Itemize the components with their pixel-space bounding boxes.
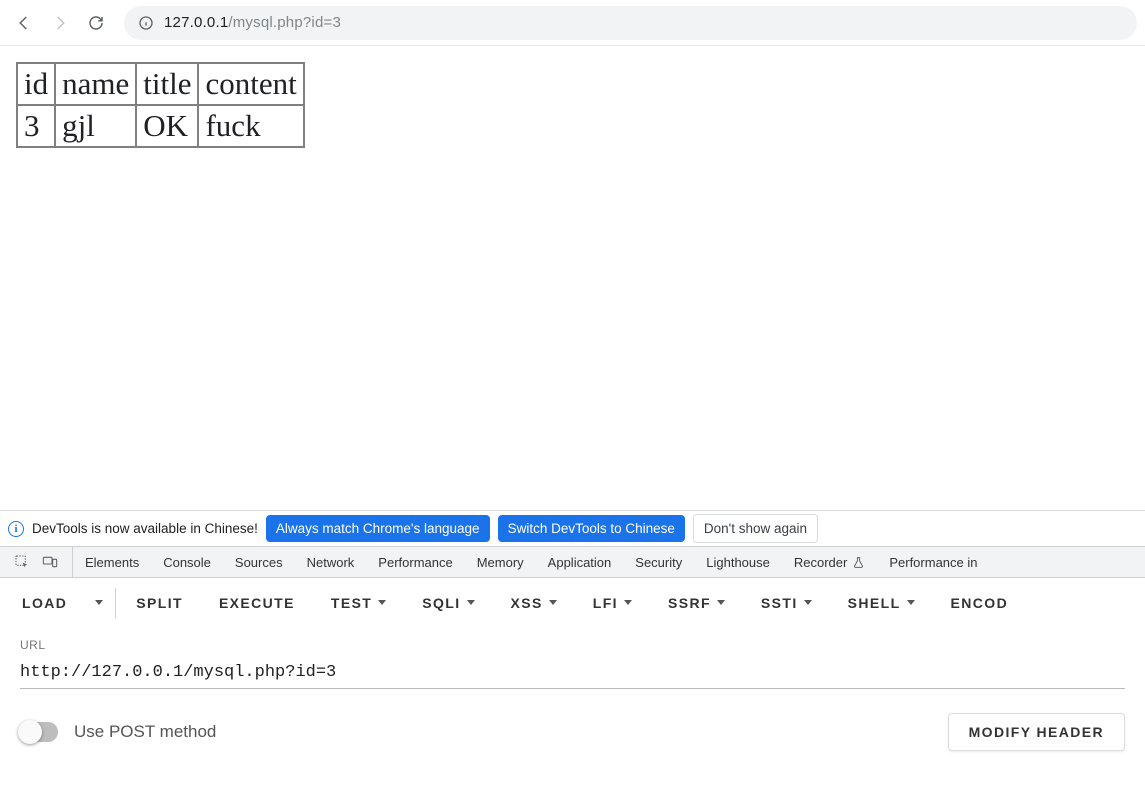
execute-button[interactable]: EXECUTE xyxy=(201,578,313,627)
tab-performance[interactable]: Performance xyxy=(366,547,464,577)
modify-header-button[interactable]: MODIFY HEADER xyxy=(948,713,1125,751)
chevron-down-icon xyxy=(907,600,915,605)
test-dropdown[interactable]: TEST xyxy=(313,578,404,627)
chevron-down-icon xyxy=(378,600,386,605)
forward-button[interactable] xyxy=(44,7,76,39)
separator xyxy=(115,588,116,618)
reload-icon xyxy=(87,14,105,32)
page-content: id name title content 3 gjl OK fuck xyxy=(0,46,1145,510)
td-title: OK xyxy=(136,105,198,147)
sqli-dropdown[interactable]: SQLI xyxy=(404,578,492,627)
xss-dropdown[interactable]: XSS xyxy=(493,578,575,627)
th-title: title xyxy=(136,63,198,105)
devtools-left-icons xyxy=(0,547,73,577)
arrow-left-icon xyxy=(15,14,33,32)
tab-sources[interactable]: Sources xyxy=(223,547,295,577)
chevron-down-icon xyxy=(95,600,103,605)
hackbar-toolbar: LOAD SPLIT EXECUTE TEST SQLI XSS LFI SSR… xyxy=(0,578,1145,628)
devtools-language-infobar: i DevTools is now available in Chinese! … xyxy=(0,510,1145,546)
lfi-dropdown[interactable]: LFI xyxy=(575,578,650,627)
inspect-element-icon[interactable] xyxy=(14,554,30,570)
load-dropdown[interactable] xyxy=(85,578,113,627)
tab-memory[interactable]: Memory xyxy=(465,547,536,577)
table-header-row: id name title content xyxy=(17,63,304,105)
th-id: id xyxy=(17,63,55,105)
reload-button[interactable] xyxy=(80,7,112,39)
address-bar[interactable]: 127.0.0.1/mysql.php?id=3 xyxy=(124,6,1137,40)
encoding-dropdown[interactable]: ENCOD xyxy=(933,578,1027,627)
td-name: gjl xyxy=(55,105,136,147)
chevron-down-icon xyxy=(549,600,557,605)
chevron-down-icon xyxy=(717,600,725,605)
url-label: URL xyxy=(20,638,1125,652)
table-row: 3 gjl OK fuck xyxy=(17,105,304,147)
tab-lighthouse[interactable]: Lighthouse xyxy=(694,547,782,577)
always-match-language-button[interactable]: Always match Chrome's language xyxy=(266,515,490,542)
tab-console[interactable]: Console xyxy=(151,547,223,577)
chevron-down-icon xyxy=(624,600,632,605)
hackbar-bottom-row: Use POST method MODIFY HEADER xyxy=(0,695,1145,751)
ssti-dropdown[interactable]: SSTI xyxy=(743,578,830,627)
tab-performance-insights[interactable]: Performance in xyxy=(877,547,989,577)
chevron-down-icon xyxy=(804,600,812,605)
tab-recorder[interactable]: Recorder xyxy=(782,547,877,577)
devtools-tabstrip: Elements Console Sources Network Perform… xyxy=(0,546,1145,578)
switch-devtools-language-button[interactable]: Switch DevTools to Chinese xyxy=(498,515,685,542)
tab-elements[interactable]: Elements xyxy=(73,547,151,577)
use-post-toggle[interactable] xyxy=(20,722,58,742)
beaker-icon xyxy=(852,556,865,569)
dont-show-again-button[interactable]: Don't show again xyxy=(693,514,818,543)
shell-dropdown[interactable]: SHELL xyxy=(830,578,933,627)
ssrf-dropdown[interactable]: SSRF xyxy=(650,578,743,627)
chevron-down-icon xyxy=(467,600,475,605)
omnibox-url-path: /mysql.php?id=3 xyxy=(228,14,341,31)
omnibox-url-host: 127.0.0.1 xyxy=(164,14,228,31)
th-name: name xyxy=(55,63,136,105)
hackbar-url-area: URL xyxy=(0,628,1145,695)
arrow-right-icon xyxy=(51,14,69,32)
infobar-message: DevTools is now available in Chinese! xyxy=(32,521,258,536)
info-icon: i xyxy=(8,521,24,537)
back-button[interactable] xyxy=(8,7,40,39)
info-site-icon xyxy=(138,15,154,31)
th-content: content xyxy=(198,63,303,105)
load-button[interactable]: LOAD xyxy=(4,578,85,627)
result-table: id name title content 3 gjl OK fuck xyxy=(16,62,305,148)
tab-network[interactable]: Network xyxy=(295,547,367,577)
omnibox-url: 127.0.0.1/mysql.php?id=3 xyxy=(164,14,341,31)
browser-toolbar: 127.0.0.1/mysql.php?id=3 xyxy=(0,0,1145,46)
device-toolbar-icon[interactable] xyxy=(42,554,58,570)
post-method-row: Use POST method xyxy=(20,722,216,742)
split-button[interactable]: SPLIT xyxy=(118,578,201,627)
use-post-label: Use POST method xyxy=(74,722,216,742)
tab-security[interactable]: Security xyxy=(623,547,694,577)
td-id: 3 xyxy=(17,105,55,147)
url-input[interactable] xyxy=(20,660,1125,689)
td-content: fuck xyxy=(198,105,303,147)
tab-application[interactable]: Application xyxy=(536,547,624,577)
hackbar-panel: LOAD SPLIT EXECUTE TEST SQLI XSS LFI SSR… xyxy=(0,578,1145,751)
